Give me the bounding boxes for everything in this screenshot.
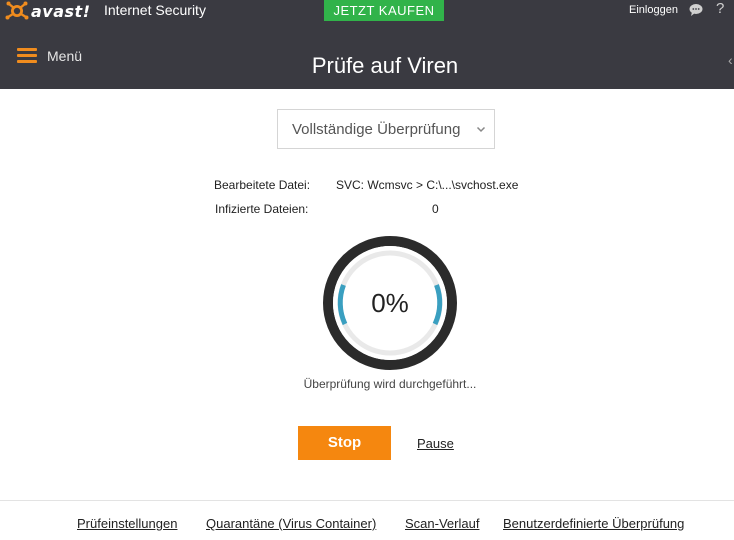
progress-percentage: 0% [371,288,409,318]
stop-button[interactable]: Stop [298,426,391,460]
infected-files-label: Infizierte Dateien: [215,202,309,216]
footer-link-scan-history[interactable]: Scan-Verlauf [405,516,479,531]
footer-link-quarantine[interactable]: Quarantäne (Virus Container) [206,516,376,531]
chat-bubble-icon[interactable] [689,3,703,17]
chevron-down-icon [476,126,486,133]
avast-logo: avast! [4,0,91,22]
help-icon[interactable]: ? [716,0,724,17]
logo-text: avast! [31,1,91,21]
top-bar: avast! Internet Security JETZT KAUFEN Ei… [0,0,734,22]
login-link[interactable]: Einloggen [629,4,678,16]
footer-divider [0,500,734,501]
processed-file-value: SVC: Wcmsvc > C:\...\svchost.exe [336,178,519,192]
chevron-left-icon[interactable]: ‹ [728,52,733,68]
scan-status-text: Überprüfung wird durchgeführt... [303,377,477,391]
footer-link-scan-settings[interactable]: Prüfeinstellungen [77,516,177,531]
processed-file-label: Bearbeitete Datei: [214,178,311,192]
page-header: Menü Prüfe auf Viren ‹ [0,22,734,89]
page-title: Prüfe auf Viren [311,53,459,78]
scan-type-select[interactable]: Vollständige Überprüfung [277,109,495,149]
product-name: Internet Security [104,2,206,18]
buy-now-button[interactable]: JETZT KAUFEN [324,0,444,21]
footer-link-custom-scan[interactable]: Benutzerdefinierte Überprüfung [503,516,684,531]
scan-type-value: Vollständige Überprüfung [292,121,461,138]
infected-files-value: 0 [432,202,439,216]
pause-link[interactable]: Pause [417,436,454,451]
avast-logo-icon [5,1,29,20]
